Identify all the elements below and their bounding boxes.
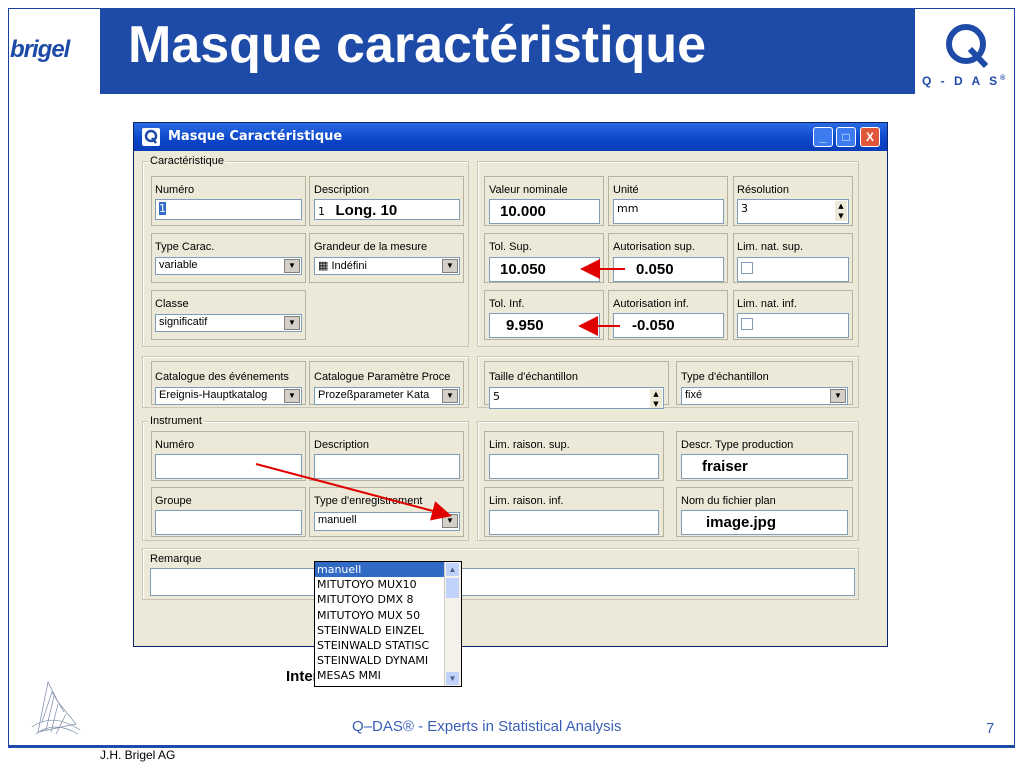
- annotation-arrows: [255, 259, 625, 521]
- type-enregistrement-arrow: [255, 463, 452, 521]
